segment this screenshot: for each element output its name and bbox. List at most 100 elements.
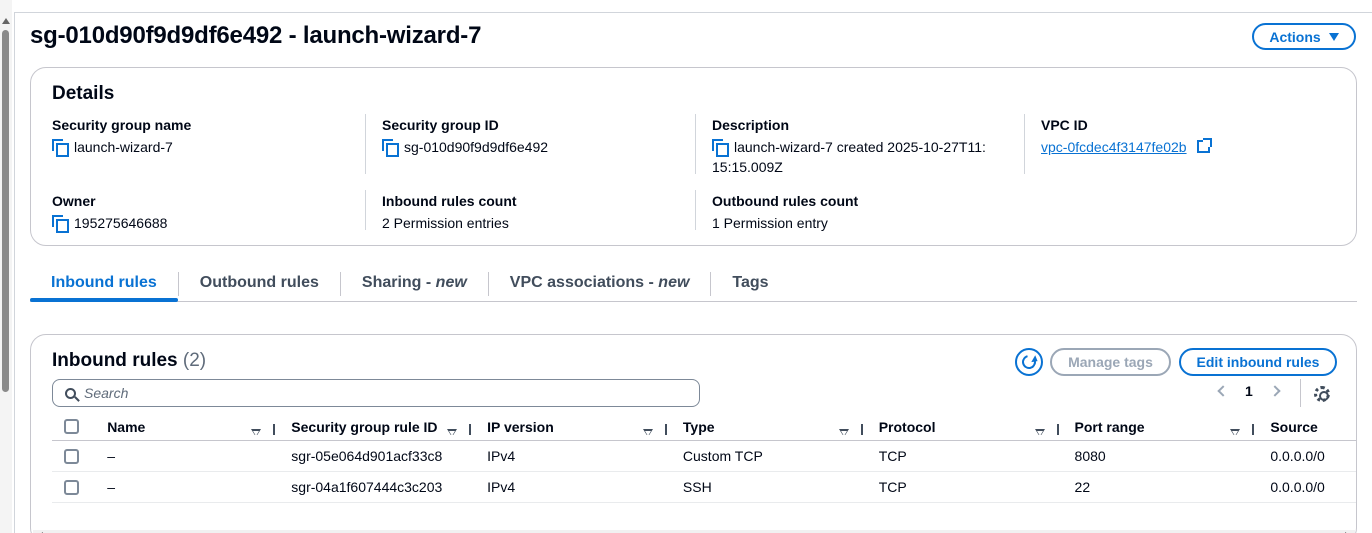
sort-icon[interactable]	[447, 428, 458, 435]
column-header-name[interactable]: Name	[99, 418, 276, 435]
tab-tags[interactable]: Tags	[711, 266, 789, 301]
page-vertical-scrollbar[interactable]	[0, 0, 12, 533]
search-input[interactable]	[84, 385, 644, 401]
column-header-label: Name	[107, 418, 146, 435]
field-value: 2 Permission entries	[382, 215, 509, 231]
column-header-label: Port range	[1074, 418, 1145, 435]
external-link-icon[interactable]	[1196, 138, 1212, 153]
field-label: Security group ID	[382, 117, 499, 133]
tab-label: Tags	[732, 274, 769, 291]
table-header-row: Name Security group rule ID IP version T…	[52, 413, 1356, 441]
field-security-group-name: Security group name launch-wizard-7	[52, 117, 191, 157]
gear-icon[interactable]	[1314, 386, 1330, 402]
column-header-type[interactable]: Type	[667, 419, 863, 435]
field-vpc-id: VPC ID vpc-0fcdec4f3147fe02b	[1041, 117, 1212, 157]
column-header-label: Security group rule ID	[291, 418, 438, 435]
search-box[interactable]	[52, 379, 700, 407]
column-divider	[365, 114, 366, 174]
row-select	[52, 479, 99, 495]
content-left-border	[14, 12, 15, 533]
row-select	[52, 448, 99, 464]
cell-type: Custom TCP	[682, 448, 763, 464]
tab-new-badge: new	[435, 274, 467, 291]
copy-icon[interactable]	[712, 139, 729, 157]
column-header-label: Type	[682, 418, 715, 435]
sort-icon[interactable]	[838, 428, 849, 435]
column-header-source[interactable]: Source	[1254, 418, 1356, 435]
column-header-label: Protocol	[878, 418, 936, 435]
field-label: Owner	[52, 193, 96, 209]
cell-protocol: TCP	[878, 479, 907, 495]
details-title: Details	[52, 83, 115, 104]
cell-rule-id: sgr-04a1f607444c3c203	[291, 479, 443, 495]
scroll-up-arrow-icon[interactable]	[2, 18, 10, 24]
column-header-rule-id[interactable]: Security group rule ID	[275, 418, 472, 435]
column-header-port-range[interactable]: Port range	[1059, 419, 1255, 435]
current-page-number[interactable]: 1	[1245, 383, 1253, 399]
copy-icon[interactable]	[52, 215, 69, 233]
cell-port-range: 22	[1074, 479, 1091, 495]
previous-page-icon[interactable]	[1217, 385, 1229, 397]
column-header-label: IP version	[487, 418, 554, 435]
field-owner: Owner 195275646688	[52, 193, 167, 233]
table-row[interactable]: – sgr-04a1f607444c3c203 IPv4 SSH TCP 22 …	[52, 472, 1356, 503]
actions-button[interactable]: Actions	[1252, 23, 1356, 50]
field-label: VPC ID	[1041, 117, 1088, 133]
field-inbound-rules-count: Inbound rules count 2 Permission entries	[382, 193, 517, 233]
actions-button-label: Actions	[1269, 28, 1321, 45]
inbound-rules-count: (2)	[182, 350, 207, 371]
cell-rule-id: sgr-05e064d901acf33c8	[291, 448, 443, 464]
column-divider	[365, 190, 366, 230]
vpc-id-link[interactable]: vpc-0fcdec4f3147fe02b	[1041, 137, 1187, 157]
sort-icon[interactable]	[1230, 428, 1241, 435]
pagination: 1	[1217, 383, 1281, 399]
field-value: 1 Permission entry	[712, 215, 828, 231]
tab-label: Outbound rules	[199, 274, 319, 291]
field-outbound-rules-count: Outbound rules count 1 Permission entry	[712, 193, 858, 233]
table-row[interactable]: – sgr-05e064d901acf33c8 IPv4 Custom TCP …	[52, 441, 1356, 472]
refresh-icon	[1019, 352, 1039, 372]
sort-icon[interactable]	[642, 428, 653, 435]
tab-inbound-rules[interactable]: Inbound rules	[30, 266, 178, 302]
details-panel: Details Security group name launch-wizar…	[30, 67, 1357, 246]
inbound-rules-heading: Inbound rules	[52, 350, 178, 371]
tab-new-badge: new	[658, 274, 690, 291]
cell-source: 0.0.0.0/0	[1270, 448, 1325, 464]
field-value-continued: 15:15.009Z	[712, 159, 783, 175]
field-label: Outbound rules count	[712, 193, 859, 209]
field-label: Security group name	[52, 117, 192, 133]
vertical-scrollbar-thumb[interactable]	[2, 30, 9, 392]
field-value: launch-wizard-7 created 2025-10-27T11:	[734, 139, 986, 155]
tab-bar: Inbound rules Outbound rules Sharing - n…	[30, 266, 1357, 302]
inbound-rules-panel: Inbound rules (2) Manage tags Edit inbou…	[30, 334, 1357, 533]
cell-ip-version: IPv4	[487, 448, 516, 464]
refresh-button[interactable]	[1015, 348, 1043, 376]
field-value: launch-wizard-7	[74, 139, 173, 155]
column-header-ip-version[interactable]: IP version	[471, 419, 667, 435]
field-value: sg-010d90f9d9df6e492	[404, 139, 549, 155]
sort-icon[interactable]	[1034, 428, 1045, 435]
tab-sharing[interactable]: Sharing - new	[341, 266, 488, 301]
tab-outbound-rules[interactable]: Outbound rules	[179, 266, 340, 301]
cell-protocol: TCP	[878, 448, 907, 464]
sort-icon[interactable]	[251, 428, 262, 435]
row-checkbox[interactable]	[64, 479, 79, 495]
select-all-checkbox[interactable]	[64, 419, 79, 434]
column-header-protocol[interactable]: Protocol	[863, 419, 1059, 435]
cell-ip-version: IPv4	[487, 479, 516, 495]
next-page-icon[interactable]	[1269, 385, 1281, 397]
tab-label: VPC associations -	[509, 274, 659, 291]
tab-label: Sharing -	[361, 274, 436, 291]
cell-source: 0.0.0.0/0	[1270, 479, 1325, 495]
column-divider	[695, 190, 696, 230]
column-header-label: Source	[1270, 418, 1318, 435]
copy-icon[interactable]	[382, 139, 399, 157]
row-checkbox[interactable]	[64, 448, 79, 464]
tab-vpc-associations[interactable]: VPC associations - new	[489, 266, 711, 301]
edit-inbound-rules-button[interactable]: Edit inbound rules	[1179, 348, 1337, 376]
cell-name: –	[107, 448, 115, 464]
manage-tags-button[interactable]: Manage tags	[1050, 348, 1171, 376]
field-value: 195275646688	[74, 215, 168, 231]
search-icon	[65, 387, 76, 399]
copy-icon[interactable]	[52, 139, 69, 157]
